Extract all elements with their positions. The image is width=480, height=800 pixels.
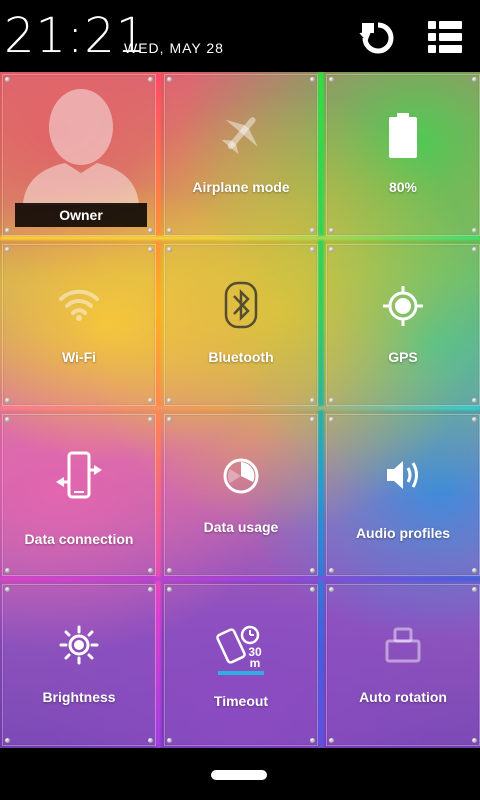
data-usage-tile[interactable]: Data usage bbox=[164, 414, 318, 576]
list-menu-icon[interactable] bbox=[428, 20, 462, 59]
wifi-icon bbox=[59, 289, 99, 321]
rotation-icon bbox=[385, 627, 421, 663]
battery-tile[interactable]: 80% bbox=[326, 74, 480, 236]
timeout-tile[interactable]: 30 m Timeout bbox=[164, 584, 318, 746]
divider bbox=[0, 406, 480, 410]
airplane-icon bbox=[221, 117, 258, 155]
auto-rotation-label: Auto rotation bbox=[359, 689, 447, 705]
brightness-label: Brightness bbox=[42, 689, 116, 705]
audio-profiles-tile[interactable]: Audio profiles bbox=[326, 414, 480, 576]
divider bbox=[0, 236, 480, 240]
status-bar: 21:21 WED, MAY 28 bbox=[0, 0, 480, 72]
audio-profiles-label: Audio profiles bbox=[355, 525, 451, 541]
wifi-label: Wi-Fi bbox=[61, 349, 97, 365]
bluetooth-icon bbox=[224, 281, 258, 329]
owner-tile[interactable]: Owner bbox=[2, 74, 156, 236]
pie-clock-icon bbox=[223, 458, 259, 494]
timeout-badge: 30 m bbox=[248, 645, 262, 670]
auto-rotation-tile[interactable]: Auto rotation bbox=[326, 584, 480, 746]
timeout-label: Timeout bbox=[213, 693, 269, 709]
divider bbox=[0, 577, 480, 581]
date: WED, MAY 28 bbox=[124, 40, 224, 56]
navigation-bar bbox=[0, 748, 480, 800]
user-silhouette-icon bbox=[23, 89, 139, 205]
brightness-tile[interactable]: Brightness bbox=[2, 584, 156, 746]
airplane-mode-label: Airplane mode bbox=[192, 179, 290, 195]
battery-label: 80% bbox=[388, 179, 418, 195]
battery-icon bbox=[389, 113, 417, 158]
refresh-icon[interactable] bbox=[358, 20, 398, 61]
gps-icon bbox=[383, 286, 423, 326]
quick-settings-panel: Owner Airplane mode 80% Wi-Fi Bluetooth … bbox=[0, 72, 480, 748]
owner-label: Owner bbox=[15, 203, 147, 227]
sun-icon bbox=[59, 625, 99, 665]
wifi-tile[interactable]: Wi-Fi bbox=[2, 244, 156, 406]
bluetooth-tile[interactable]: Bluetooth bbox=[164, 244, 318, 406]
divider bbox=[318, 72, 324, 748]
speaker-icon bbox=[387, 461, 418, 489]
home-button[interactable] bbox=[211, 770, 267, 780]
data-usage-label: Data usage bbox=[203, 519, 279, 535]
bluetooth-label: Bluetooth bbox=[208, 349, 274, 365]
gps-tile[interactable]: GPS bbox=[326, 244, 480, 406]
data-connection-icon bbox=[56, 451, 102, 499]
data-connection-tile[interactable]: Data connection bbox=[2, 414, 156, 576]
data-connection-label: Data connection bbox=[24, 531, 134, 547]
airplane-mode-tile[interactable]: Airplane mode bbox=[164, 74, 318, 236]
gps-label: GPS bbox=[388, 349, 418, 365]
